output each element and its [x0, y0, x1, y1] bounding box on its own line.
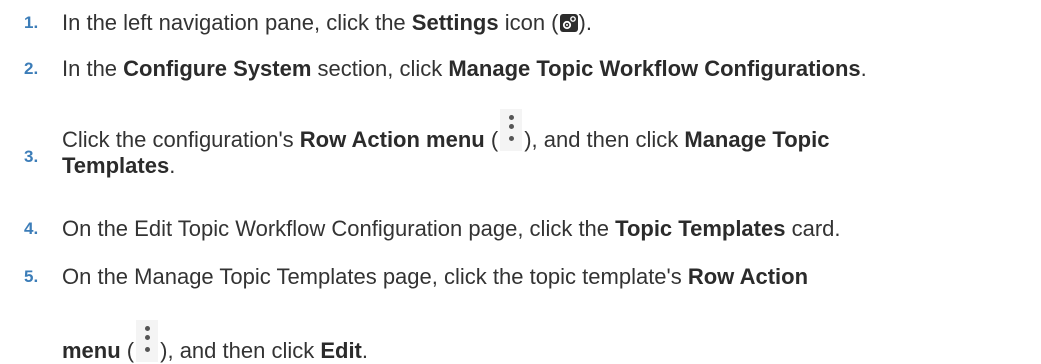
step-number: 1. [24, 13, 39, 32]
step-number: 2. [24, 59, 39, 78]
text-run: . [860, 56, 867, 81]
step-text: Click the configuration's Row Action men… [62, 109, 1032, 179]
step-number: 4. [24, 219, 39, 238]
settings-gear-icon [559, 14, 578, 32]
step-text: In the Configure System section, click M… [62, 56, 1032, 82]
ui-term-menu: menu [62, 338, 121, 363]
vertical-ellipsis-icon [500, 109, 523, 151]
step-3: 3. Click the configuration's Row Action … [24, 109, 1034, 178]
text-run: section, click [311, 56, 449, 81]
ui-term-row-action: Row Action [687, 264, 809, 289]
text-run: ( [484, 127, 499, 152]
text-run: ( [120, 338, 135, 363]
ui-term-topic-templates: Topic Templates [615, 216, 786, 241]
text-run: In the left navigation pane, click the [62, 10, 412, 35]
ui-term-settings: Settings [411, 10, 499, 35]
ui-term-row-action-menu: Row Action menu [299, 127, 485, 152]
text-run: In the [62, 56, 124, 81]
ui-term-templates: Templates [62, 153, 170, 178]
text-run: . [361, 338, 369, 363]
text-run: ), and then click [524, 127, 685, 152]
ui-term-configure-system: Configure System [123, 56, 312, 81]
text-run: Click the configuration's [62, 127, 300, 152]
text-run: ), and then click [160, 338, 321, 363]
ui-term-manage-topic-workflow-configurations: Manage Topic Workflow Configurations [448, 56, 861, 81]
step-5: 5. On the Manage Topic Templates page, c… [24, 264, 1034, 363]
ui-term-edit: Edit [320, 338, 362, 363]
text-run: On the Edit Topic Workflow Configuration… [62, 216, 616, 241]
text-run: ). [578, 10, 592, 35]
step-number: 3. [24, 147, 39, 166]
step-text: On the Manage Topic Templates page, clic… [62, 264, 1032, 364]
text-run: On the Manage Topic Templates page, clic… [62, 264, 688, 289]
text-run: . [169, 153, 176, 178]
step-text: In the left navigation pane, click the S… [62, 10, 1032, 36]
step-number: 5. [24, 267, 39, 286]
ui-term-manage-topic: Manage Topic [684, 127, 830, 152]
step-text: On the Edit Topic Workflow Configuration… [62, 216, 1032, 242]
text-run: card. [785, 216, 841, 241]
text-run: icon ( [498, 10, 559, 35]
